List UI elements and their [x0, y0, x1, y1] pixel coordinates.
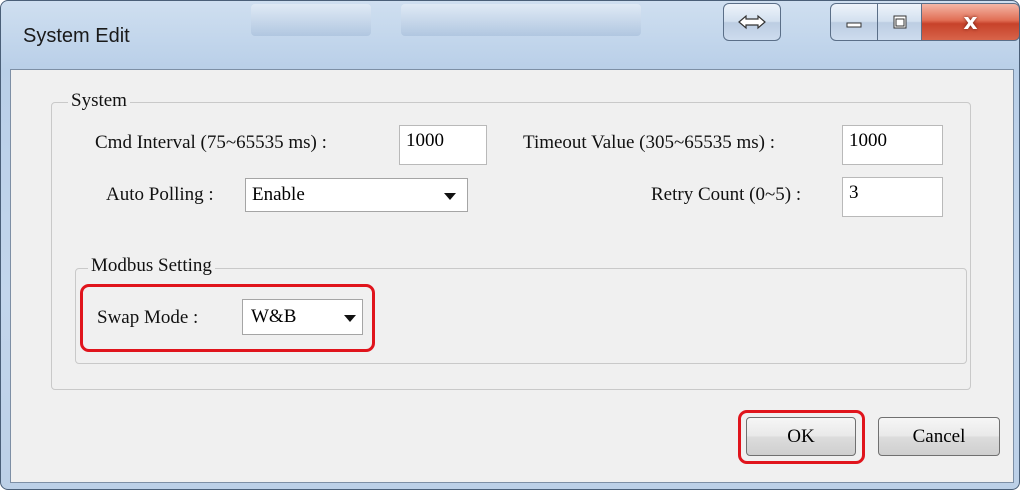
cmd-interval-label: Cmd Interval (75~65535 ms) :	[95, 132, 327, 153]
maximize-button[interactable]	[878, 3, 922, 41]
cancel-button[interactable]: Cancel	[878, 417, 1000, 456]
caption-buttons: x	[830, 3, 1019, 41]
retry-count-input[interactable]: 3	[842, 177, 943, 217]
retry-count-label: Retry Count (0~5) :	[651, 184, 802, 205]
resize-button[interactable]	[723, 3, 781, 41]
background-blur	[251, 4, 371, 36]
cmd-interval-input[interactable]: 1000	[399, 125, 487, 165]
close-icon: x	[963, 9, 978, 35]
auto-polling-select[interactable]: Enable	[245, 178, 468, 212]
minimize-icon	[846, 22, 862, 28]
dialog-body: System Cmd Interval (75~65535 ms) : 1000…	[10, 69, 1014, 483]
timeout-label: Timeout Value (305~65535 ms) :	[523, 132, 776, 153]
ok-button-highlight	[738, 410, 865, 464]
window-title: System Edit	[23, 25, 130, 47]
system-edit-window: System Edit x System Cmd Interval (75~65…	[0, 0, 1020, 490]
minimize-button[interactable]	[830, 3, 878, 41]
modbus-setting-group-label: Modbus Setting	[88, 255, 215, 277]
auto-polling-value: Enable	[252, 184, 305, 205]
double-arrow-icon	[738, 14, 766, 30]
timeout-input[interactable]: 1000	[842, 125, 943, 165]
auto-polling-label: Auto Polling :	[106, 184, 214, 205]
title-bar[interactable]: System Edit x	[1, 1, 1019, 69]
background-blur	[401, 4, 641, 36]
chevron-down-icon	[444, 193, 456, 200]
system-group-label: System	[68, 90, 130, 112]
maximize-icon	[893, 15, 906, 29]
close-button[interactable]: x	[922, 3, 1019, 41]
swap-mode-highlight	[80, 284, 375, 352]
